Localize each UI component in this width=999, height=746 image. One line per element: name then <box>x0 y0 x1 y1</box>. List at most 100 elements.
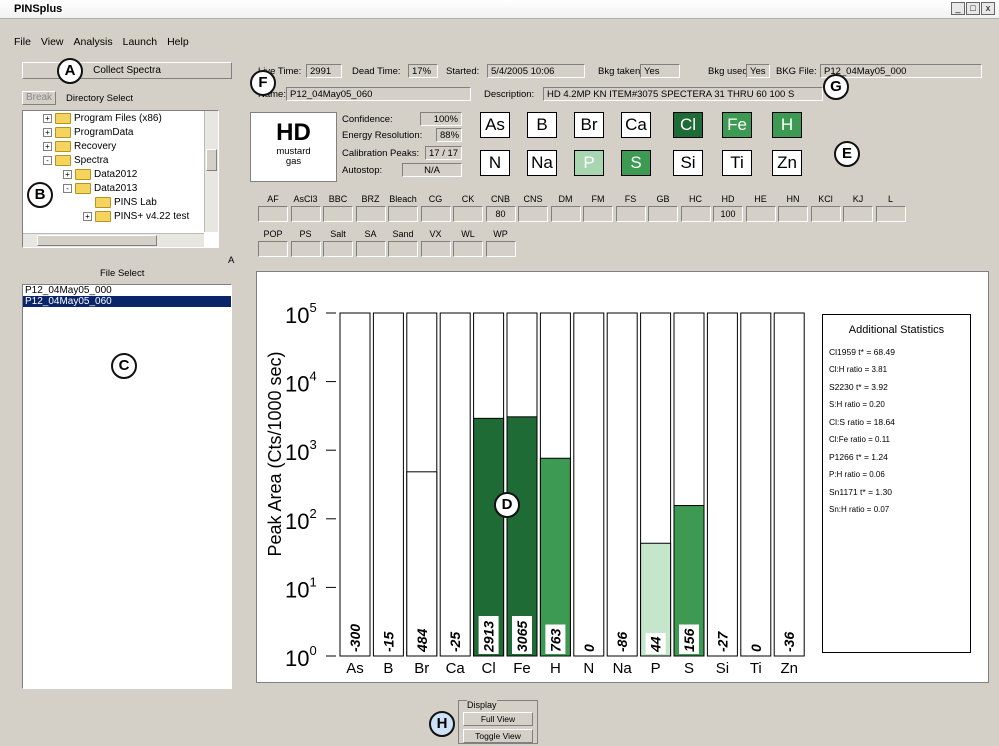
directory-tree[interactable]: + Program Files (x86) + ProgramData + Recov… <box>22 110 219 248</box>
compound-value-cns <box>518 206 548 222</box>
expand-icon[interactable]: + <box>63 170 72 179</box>
autostop-field: N/A <box>402 163 462 177</box>
collapse-icon[interactable]: - <box>63 184 72 193</box>
expand-icon[interactable]: + <box>43 114 52 123</box>
element-button-as[interactable]: As <box>480 112 510 138</box>
maximize-button[interactable]: □ <box>966 2 980 15</box>
menu-bar: File View Analysis Launch Help <box>0 36 999 53</box>
y-tick-label: 105 <box>285 300 317 328</box>
toggle-view-button[interactable]: Toggle View <box>463 729 533 743</box>
stat-line: Sn:H ratio = 0.07 <box>829 504 890 514</box>
tree-item[interactable]: PINS Lab <box>95 197 157 208</box>
expand-icon[interactable]: + <box>43 128 52 137</box>
callout-h: H <box>429 711 455 737</box>
tree-item[interactable]: + ProgramData <box>43 127 133 138</box>
tree-item[interactable]: + Program Files (x86) <box>43 113 162 124</box>
bar-value-label: 2913 <box>481 621 497 653</box>
confidence-label: Confidence: <box>342 114 393 125</box>
element-button-zn[interactable]: Zn <box>772 150 802 176</box>
collapse-icon[interactable]: - <box>43 156 52 165</box>
element-button-ti[interactable]: Ti <box>722 150 752 176</box>
y-tick-label: 104 <box>285 369 317 397</box>
compound-value-salt <box>323 241 353 257</box>
element-button-si[interactable]: Si <box>673 150 703 176</box>
close-button[interactable]: x <box>981 2 995 15</box>
tree-vertical-scrollbar[interactable] <box>204 111 218 232</box>
bkg-file-field: P12_04May05_000 <box>820 64 982 78</box>
compound-value-cnb: 80 <box>485 206 516 222</box>
file-item[interactable]: P12_04May05_000 <box>23 285 231 296</box>
tree-horizontal-scrollbar[interactable] <box>23 233 204 247</box>
callout-b: B <box>27 182 53 208</box>
compound-label-wl: WL <box>461 229 475 239</box>
tree-item[interactable]: + PINS+ v4.22 test <box>83 211 189 222</box>
bar-value-label: 484 <box>414 628 430 653</box>
directory-select-label: Directory Select <box>66 93 134 104</box>
compound-value-ascl3 <box>290 206 321 222</box>
compound-value-hn <box>778 206 808 222</box>
compound-value-ps <box>290 241 321 257</box>
bar-value-label: 763 <box>547 628 563 652</box>
folder-icon <box>55 155 71 166</box>
collect-spectra-button[interactable]: Collect Spectra <box>22 62 232 79</box>
expand-icon[interactable]: + <box>83 212 92 221</box>
element-button-fe[interactable]: Fe <box>722 112 752 138</box>
full-view-button[interactable]: Full View <box>463 712 533 726</box>
compound-value-af <box>258 206 288 222</box>
element-button-n[interactable]: N <box>480 150 510 176</box>
compound-value-l <box>875 206 906 222</box>
element-button-na[interactable]: Na <box>527 150 557 176</box>
scrollbar-thumb[interactable] <box>37 235 157 246</box>
bar-frame <box>573 312 605 657</box>
compound-value-hc <box>680 206 711 222</box>
menu-view[interactable]: View <box>41 36 64 53</box>
bkg-taken-label: Bkg taken: <box>598 66 643 77</box>
name-field: P12_04May05_060 <box>286 87 471 101</box>
bar-frame <box>740 312 772 657</box>
element-button-br[interactable]: Br <box>574 112 604 138</box>
x-tick-label: P <box>651 660 661 677</box>
compound-label-hd: HD <box>721 194 735 204</box>
compound-label-sa: SA <box>364 229 377 239</box>
dead-time-field: 17% <box>408 64 438 78</box>
y-tick-label: 102 <box>285 506 317 534</box>
file-list[interactable]: P12_04May05_000 P12_04May05_060 <box>22 284 232 689</box>
break-button[interactable]: Break <box>22 91 56 105</box>
additional-statistics-box: Additional Statistics Cl1959 t* = 68.49 … <box>822 314 971 653</box>
compound-value-sand <box>388 241 418 257</box>
tree-item[interactable]: - Spectra <box>43 155 108 166</box>
element-button-s[interactable]: S <box>621 150 651 176</box>
menu-analysis[interactable]: Analysis <box>74 36 113 53</box>
identified-agent-box: HD mustard gas <box>250 112 337 182</box>
compound-label-hc: HC <box>689 194 702 204</box>
compound-value-brz <box>355 206 386 222</box>
compound-value-gb <box>648 206 678 222</box>
element-button-h[interactable]: H <box>772 112 802 138</box>
compound-value-bbc <box>323 206 353 222</box>
element-button-ca[interactable]: Ca <box>621 112 651 138</box>
bar-value-label: -300 <box>347 624 363 652</box>
scrollbar-thumb[interactable] <box>206 149 217 171</box>
element-button-cl[interactable]: Cl <box>673 112 703 138</box>
minimize-button[interactable]: _ <box>951 2 965 15</box>
tree-item[interactable]: - Data2013 <box>63 183 137 194</box>
tree-item[interactable]: + Data2012 <box>63 169 137 180</box>
menu-help[interactable]: Help <box>167 36 189 53</box>
expand-icon[interactable]: + <box>43 142 52 151</box>
tree-item[interactable]: + Recovery <box>43 141 116 152</box>
compound-label-cnb: CNB <box>490 194 510 204</box>
file-item-selected[interactable]: P12_04May05_060 <box>23 296 231 307</box>
menu-file[interactable]: File <box>14 36 31 53</box>
bar-value-label: -15 <box>380 632 396 652</box>
compound-label-kcl: KCl <box>818 194 833 204</box>
compound-label-kj: KJ <box>852 194 864 204</box>
element-button-b[interactable]: B <box>527 112 557 138</box>
x-tick-label: Ca <box>446 660 466 677</box>
x-tick-label: S <box>684 660 694 677</box>
compound-value-fm <box>583 206 613 222</box>
stat-line: Cl:H ratio = 3.81 <box>829 364 888 374</box>
window-title: PINSplus <box>14 3 63 15</box>
y-axis-label: Peak Area (Cts/1000 sec) <box>265 351 285 556</box>
menu-launch[interactable]: Launch <box>123 36 157 53</box>
element-button-p[interactable]: P <box>574 150 604 176</box>
